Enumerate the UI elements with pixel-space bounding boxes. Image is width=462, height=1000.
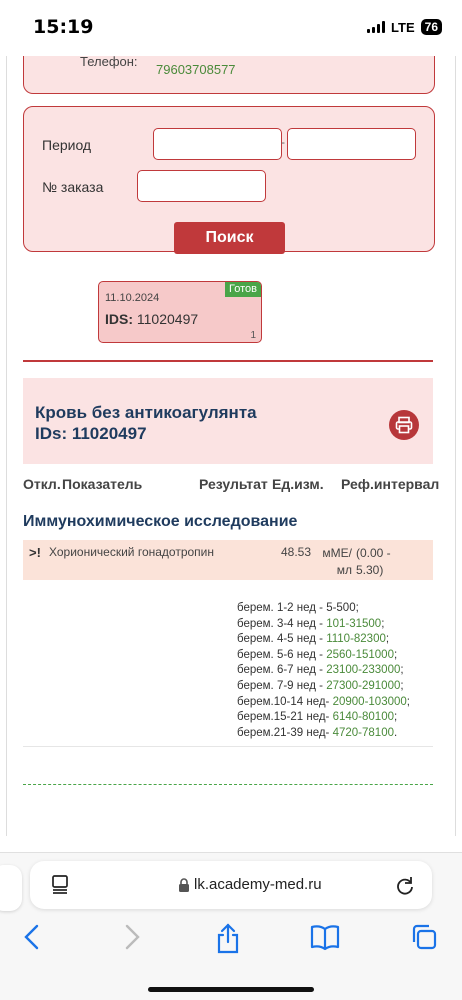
reference-note-range: 6140-80100 xyxy=(332,711,394,724)
reference-note: берем.10-14 нед- 20900-103000; xyxy=(237,695,410,711)
order-count: 1 xyxy=(250,330,256,341)
reference-note: берем. 7-9 нед - 27300-291000; xyxy=(237,679,410,695)
reference-note-suffix: ; xyxy=(355,602,359,614)
reference-note-suffix: . xyxy=(394,726,398,739)
test-value: 48.53 xyxy=(281,545,312,559)
url-text[interactable]: lk.academy-med.ru xyxy=(194,876,322,893)
reference-note-label: берем.15-21 нед- xyxy=(237,711,333,724)
reference-note-suffix: ; xyxy=(381,617,385,630)
reload-icon[interactable] xyxy=(394,874,416,901)
reference-note: берем. 6-7 нед - 23100-233000; xyxy=(237,663,410,679)
reference-note: берем. 5-6 нед - 2560-151000; xyxy=(237,648,410,664)
tabs-icon[interactable] xyxy=(410,923,438,956)
column-header: Результат xyxy=(199,476,268,492)
period-separator: - xyxy=(281,135,285,149)
order-ids: IDS: 11020497 xyxy=(105,311,198,327)
sample-type: Кровь без антикоагулянта xyxy=(35,403,257,422)
column-header: Ед.изм. xyxy=(272,476,324,492)
reference-note-range: 2560-151000 xyxy=(326,648,394,661)
reference-note: берем. 3-4 нед - 101-31500; xyxy=(237,617,410,633)
reference-note: берем. 4-5 нед - 1110-82300; xyxy=(237,632,410,648)
reader-icon[interactable] xyxy=(50,874,70,899)
reference-note-label: берем.21-39 нед- xyxy=(237,726,333,739)
status-time: 15:19 xyxy=(33,16,94,38)
test-unit: мМЕ/ мл xyxy=(322,546,352,577)
print-icon[interactable] xyxy=(389,410,419,440)
network-label: LTE xyxy=(391,19,415,35)
reference-note-label: берем. 3-4 нед - xyxy=(237,617,327,630)
divider xyxy=(23,360,433,362)
reference-note-range: 5-500 xyxy=(326,602,356,614)
order-ids-value: 11020497 xyxy=(136,311,199,327)
search-form: Период - № заказа Поиск xyxy=(23,106,435,254)
order-number-input[interactable] xyxy=(137,170,266,202)
reference-note-label: берем. 1-2 нед - xyxy=(237,602,327,614)
reference-note: берем. 1-2 нед - 5-500; xyxy=(237,601,410,617)
signal-icon xyxy=(367,21,386,33)
reference-note-range: 101-31500 xyxy=(326,617,382,630)
reference-note-label: берем. 6-7 нед - xyxy=(237,664,327,677)
search-button[interactable]: Поиск xyxy=(174,222,285,254)
period-from-input[interactable] xyxy=(153,128,282,160)
phone-label: Телефон: xyxy=(80,56,138,69)
reference-note-suffix: ; xyxy=(394,711,398,724)
reference-note-label: берем.10-14 нед- xyxy=(237,695,333,708)
phone-value: 79603708577 xyxy=(156,62,236,77)
column-header: Откл. xyxy=(23,476,61,492)
result-header: Кровь без антикоагулянта IDs: 11020497 xyxy=(23,378,433,464)
reference-note-range: 20900-103000 xyxy=(332,695,407,708)
reference-note-range: 23100-233000 xyxy=(326,664,401,677)
reference-note: берем.15-21 нед- 6140-80100; xyxy=(237,710,410,726)
column-header: Показатель xyxy=(62,476,143,492)
home-indicator xyxy=(148,987,314,992)
reference-notes: берем. 1-2 нед - 5-500; берем. 3-4 нед - … xyxy=(237,601,410,741)
previous-tab-preview[interactable] xyxy=(0,865,22,911)
section-title: Иммунохимическое исследование xyxy=(23,513,298,530)
forward-icon[interactable] xyxy=(122,923,142,956)
battery-icon: 76 xyxy=(420,19,442,35)
divider xyxy=(23,746,433,747)
reference-note-range: 1110-82300 xyxy=(326,633,386,646)
share-icon[interactable] xyxy=(214,923,242,960)
status-badge: Готов xyxy=(225,282,261,297)
test-name: Хорионический гонадотропин xyxy=(49,545,215,559)
lock-icon xyxy=(178,878,190,897)
reference-note-suffix: ; xyxy=(400,664,404,677)
order-date: 11.10.2024 xyxy=(105,292,160,304)
reference-note-suffix: ; xyxy=(406,695,410,708)
reference-note-range: 4720-78100 xyxy=(332,726,394,739)
result-title: Кровь без антикоагулянта IDs: 11020497 xyxy=(35,402,257,444)
order-card[interactable]: 11.10.2024 IDS: 11020497 Готов 1 xyxy=(98,281,262,343)
reference-note: берем.21-39 нед- 4720-78100. xyxy=(237,726,410,742)
order-number-label: № заказа xyxy=(42,179,104,195)
reference-note-suffix: ; xyxy=(400,679,404,692)
status-indicators: LTE 76 xyxy=(367,19,442,35)
sample-ids: IDs: 11020497 xyxy=(35,424,147,443)
bookmarks-icon[interactable] xyxy=(310,923,340,956)
period-label: Период xyxy=(42,137,92,153)
reference-note-suffix: ; xyxy=(393,648,398,661)
reference-note-suffix: ; xyxy=(385,633,390,646)
back-icon[interactable] xyxy=(22,923,42,956)
browser-toolbar: lk.academy-med.ru xyxy=(0,852,462,1000)
period-to-input[interactable] xyxy=(287,128,416,160)
column-header: Реф.интервал xyxy=(341,476,440,492)
order-ids-label: IDS: xyxy=(105,311,133,327)
reference-note-range: 27300-291000 xyxy=(326,679,401,692)
reference-note-label: берем. 7-9 нед - xyxy=(237,679,327,692)
divider xyxy=(23,784,433,785)
deviation-flag: >! xyxy=(29,545,41,560)
web-page: Телефон: 79603708577 79603708577 Период … xyxy=(6,56,456,836)
table-row: >! Хорионический гонадотропин 48.53 мМЕ/… xyxy=(23,540,433,580)
test-reference: (0.00 - 5.30) xyxy=(356,546,391,577)
reference-note-label: берем. 5-6 нед - xyxy=(237,648,327,661)
status-bar: 15:19 LTE 76 xyxy=(0,0,462,56)
contact-box: Телефон: 79603708577 79603708577 xyxy=(23,56,435,94)
browser-nav xyxy=(0,923,462,959)
address-bar[interactable]: lk.academy-med.ru xyxy=(30,861,432,909)
reference-note-label: берем. 4-5 нед - xyxy=(237,633,327,646)
